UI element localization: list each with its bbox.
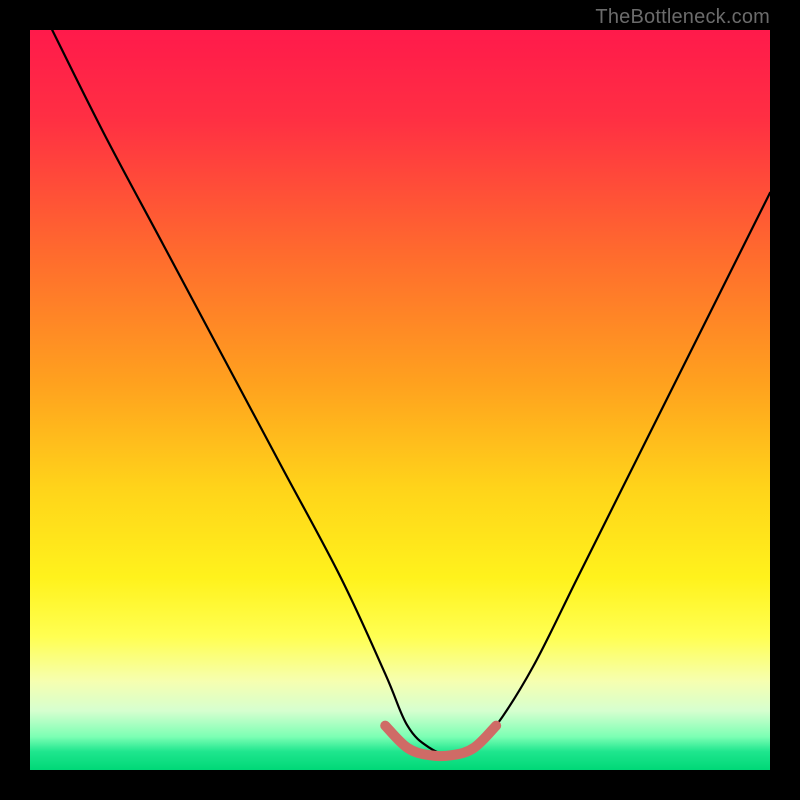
chart-frame: TheBottleneck.com [0, 0, 800, 800]
flat-bottom-highlight [385, 726, 496, 757]
watermark-label: TheBottleneck.com [595, 6, 770, 29]
plot-area [30, 30, 770, 770]
curve-layer [30, 30, 770, 770]
bottleneck-curve [52, 30, 770, 755]
